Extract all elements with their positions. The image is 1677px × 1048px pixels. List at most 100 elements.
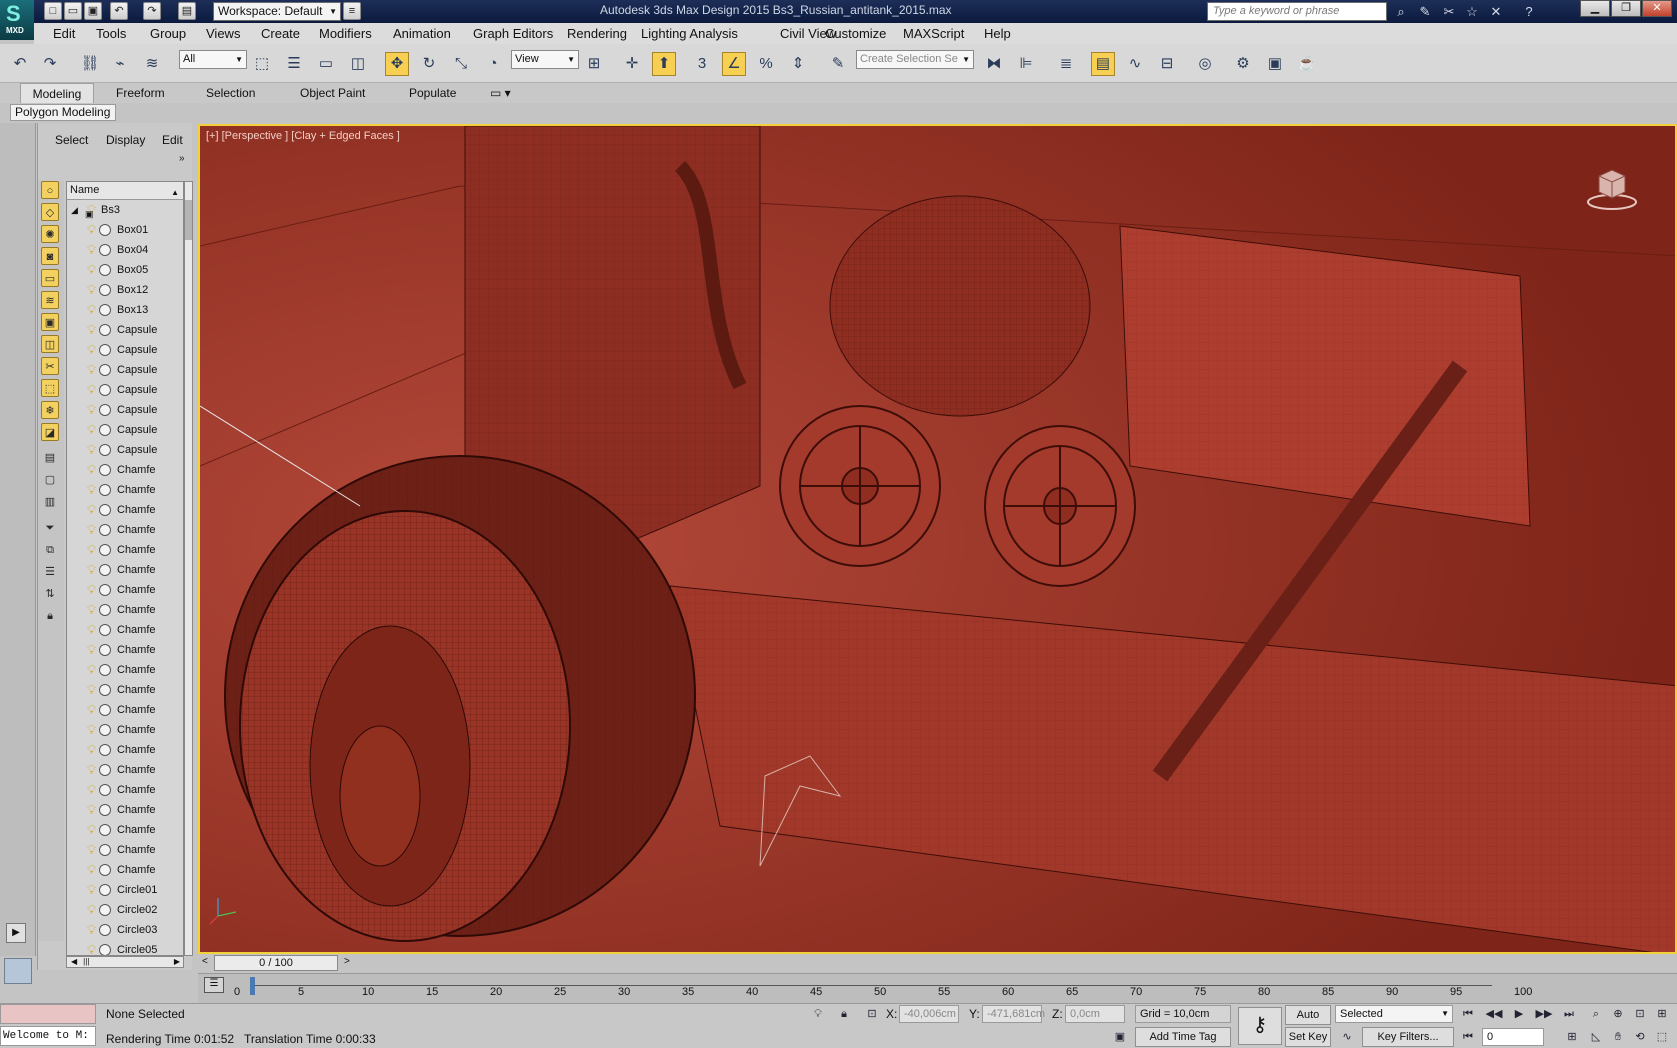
light-bulb-icon[interactable]: 💡︎: [87, 903, 96, 916]
menu-animation[interactable]: Animation: [393, 26, 451, 41]
selection-filter-dropdown[interactable]: All ▼: [179, 50, 247, 69]
tree-row[interactable]: 💡︎ Chamfe: [67, 640, 183, 660]
next-frame-icon[interactable]: ▶▶: [1534, 1005, 1554, 1023]
tree-root-row[interactable]: ◢ 💡︎ ▣ Bs3: [67, 200, 183, 220]
display-containers-icon[interactable]: ⬚: [41, 379, 59, 397]
viewport-label[interactable]: [+] [Perspective ] [Clay + Edged Faces ]: [206, 130, 400, 142]
tree-row[interactable]: 💡︎ Capsule: [67, 340, 183, 360]
y-coordinate-field[interactable]: -471,681cm: [982, 1005, 1045, 1023]
spinner-snap-icon[interactable]: ⇕: [786, 52, 810, 76]
time-configuration-icon[interactable]: ⊞: [1562, 1028, 1582, 1046]
tree-row[interactable]: 💡︎ Chamfe: [67, 740, 183, 760]
menu-lighting-analysis[interactable]: Lighting Analysis: [641, 26, 738, 41]
display-hidden-icon[interactable]: ◪: [41, 423, 59, 441]
light-bulb-icon[interactable]: 💡︎: [87, 543, 96, 556]
select-by-name-icon[interactable]: ☰: [282, 52, 306, 76]
tree-row[interactable]: 💡︎ Chamfe: [67, 580, 183, 600]
tab-populate[interactable]: Populate: [399, 83, 466, 103]
maximize-viewport-icon[interactable]: ⬚: [1652, 1028, 1672, 1046]
search-input[interactable]: Type a keyword or phrase: [1207, 2, 1387, 21]
display-xrefs-icon[interactable]: ◫: [41, 335, 59, 353]
light-bulb-icon[interactable]: 💡︎: [87, 623, 96, 636]
selection-lock-icon[interactable]: 🔒︎: [834, 1005, 854, 1023]
menu-rendering[interactable]: Rendering: [567, 26, 627, 41]
new-file-icon[interactable]: □: [44, 2, 62, 20]
select-object-icon[interactable]: ⬚: [250, 52, 274, 76]
snaps-toggle-icon[interactable]: 3: [690, 52, 714, 76]
tab-object-paint[interactable]: Object Paint: [290, 83, 375, 103]
tree-row[interactable]: 💡︎ Circle02: [67, 900, 183, 920]
light-bulb-icon[interactable]: 💡︎: [87, 663, 96, 676]
viewcube-icon[interactable]: [1587, 162, 1637, 212]
light-bulb-icon[interactable]: 💡︎: [87, 523, 96, 536]
align-icon[interactable]: ⊫: [1014, 52, 1038, 76]
light-bulb-icon[interactable]: 💡︎: [87, 843, 96, 856]
add-time-tag-button[interactable]: Add Time Tag: [1135, 1027, 1231, 1047]
display-none-icon[interactable]: ▢: [41, 471, 59, 489]
open-file-icon[interactable]: ▭: [64, 2, 82, 20]
redo-icon[interactable]: ↷: [143, 2, 161, 20]
tree-row[interactable]: 💡︎ Chamfe: [67, 760, 183, 780]
display-geometry-icon[interactable]: ○: [41, 181, 59, 199]
render-production-icon[interactable]: ☕: [1295, 52, 1319, 76]
quick-access-menu-icon[interactable]: ≡: [343, 2, 361, 20]
key-mode-dropdown[interactable]: Selected ▼: [1335, 1005, 1453, 1023]
workspace-dropdown[interactable]: Workspace: Default ▼: [213, 2, 341, 21]
zoom-extents-all-icon[interactable]: ⊞: [1652, 1005, 1672, 1023]
tree-row[interactable]: 💡︎ Chamfe: [67, 500, 183, 520]
find-icon[interactable]: ⧉: [41, 541, 59, 559]
display-helpers-icon[interactable]: ▭: [41, 269, 59, 287]
display-groups-icon[interactable]: ▣: [41, 313, 59, 331]
menu-customize[interactable]: Customize: [825, 26, 886, 41]
current-frame-field[interactable]: 0: [1482, 1028, 1544, 1046]
menu-tools[interactable]: Tools: [96, 26, 126, 41]
filter-icon[interactable]: ⏷: [41, 519, 59, 537]
mirror-icon[interactable]: ⧓: [982, 52, 1006, 76]
tree-row[interactable]: 💡︎ Chamfe: [67, 540, 183, 560]
select-and-link-icon[interactable]: ⛓: [78, 52, 102, 76]
light-bulb-icon[interactable]: 💡︎: [87, 463, 96, 476]
tree-row[interactable]: 💡︎ Chamfe: [67, 840, 183, 860]
application-menu-button[interactable]: S MXD: [0, 0, 34, 40]
light-bulb-icon[interactable]: 💡︎: [87, 603, 96, 616]
tree-row[interactable]: 💡︎ Chamfe: [67, 680, 183, 700]
tree-row[interactable]: 💡︎ Chamfe: [67, 700, 183, 720]
light-bulb-icon[interactable]: 💡︎: [87, 763, 96, 776]
tree-row[interactable]: 💡︎ Chamfe: [67, 620, 183, 640]
light-bulb-icon[interactable]: 💡︎: [87, 403, 96, 416]
ribbon-options-icon[interactable]: ▭ ▾: [480, 83, 521, 103]
undo-icon[interactable]: ↶: [8, 52, 32, 76]
schematic-view-icon[interactable]: ⊟: [1155, 52, 1179, 76]
tree-row[interactable]: 💡︎ Chamfe: [67, 480, 183, 500]
tree-row[interactable]: 💡︎ Capsule: [67, 320, 183, 340]
auto-key-button[interactable]: Auto Key: [1285, 1005, 1331, 1039]
mini-curve-editor-icon[interactable]: ☰: [204, 977, 224, 993]
default-tangents-icon[interactable]: ∿: [1337, 1028, 1357, 1046]
explorer-expand-icon[interactable]: »: [179, 153, 185, 164]
light-bulb-icon[interactable]: 💡︎: [87, 683, 96, 696]
tree-row[interactable]: 💡︎ Box13: [67, 300, 183, 320]
perspective-viewport[interactable]: [+] [Perspective ] [Clay + Edged Faces ]: [198, 124, 1677, 954]
edit-named-selection-icon[interactable]: ✎: [826, 52, 850, 76]
scrollbar-thumb[interactable]: [185, 200, 192, 240]
explorer-menu-display[interactable]: Display: [106, 133, 145, 147]
polygon-modeling-panel[interactable]: Polygon Modeling: [10, 104, 116, 121]
menu-group[interactable]: Group: [150, 26, 186, 41]
zoom-icon[interactable]: ⌕: [1586, 1005, 1606, 1023]
menu-create[interactable]: Create: [261, 26, 300, 41]
light-bulb-icon[interactable]: 💡︎: [87, 563, 96, 576]
light-bulb-icon[interactable]: 💡︎: [87, 363, 96, 376]
light-bulb-icon[interactable]: 💡︎: [87, 923, 96, 936]
light-bulb-icon[interactable]: 💡︎: [87, 643, 96, 656]
tree-row[interactable]: 💡︎ Chamfe: [67, 520, 183, 540]
restore-button[interactable]: ❐: [1611, 0, 1641, 17]
tree-row[interactable]: 💡︎ Box05: [67, 260, 183, 280]
track-bar[interactable]: ☰ 0 5 10 15 20 25 30 35 40 45 50 55 60 65 70 75 80 85 90 95…: [198, 973, 1677, 1003]
light-bulb-icon[interactable]: 💡︎: [87, 503, 96, 516]
tree-row[interactable]: 💡︎ Chamfe: [67, 600, 183, 620]
tree-row[interactable]: 💡︎ Box01: [67, 220, 183, 240]
project-folder-icon[interactable]: ▤: [178, 2, 196, 20]
light-bulb-icon[interactable]: 💡︎: [87, 243, 96, 256]
reference-coordinate-dropdown[interactable]: View ▼: [511, 50, 579, 69]
display-frozen-icon[interactable]: ❄: [41, 401, 59, 419]
